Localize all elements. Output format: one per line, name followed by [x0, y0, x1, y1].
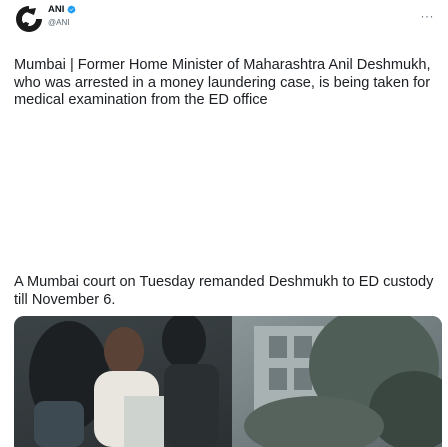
author-display-name[interactable]: ANI — [48, 5, 64, 15]
more-options-icon[interactable]: ··· — [421, 10, 435, 22]
tweet-text-paragraph-2: A Mumbai court on Tuesday remanded Deshm… — [14, 274, 434, 308]
tweet-media-photo[interactable] — [14, 316, 442, 447]
display-name-row: ANI — [48, 5, 76, 15]
tweet-text-paragraph-1: Mumbai | Former Home Minister of Maharas… — [14, 57, 431, 108]
tweet-header: ANI @ANI ··· — [14, 4, 434, 40]
ani-logo-icon — [14, 4, 44, 34]
author-names: ANI @ANI — [48, 5, 76, 27]
tweet: ANI @ANI ··· Mumbai | Former Home Minist… — [0, 0, 448, 447]
author-avatar[interactable] — [14, 4, 44, 34]
photo-image — [14, 316, 442, 447]
author-handle[interactable]: @ANI — [48, 18, 76, 27]
verified-badge-icon — [67, 5, 76, 14]
